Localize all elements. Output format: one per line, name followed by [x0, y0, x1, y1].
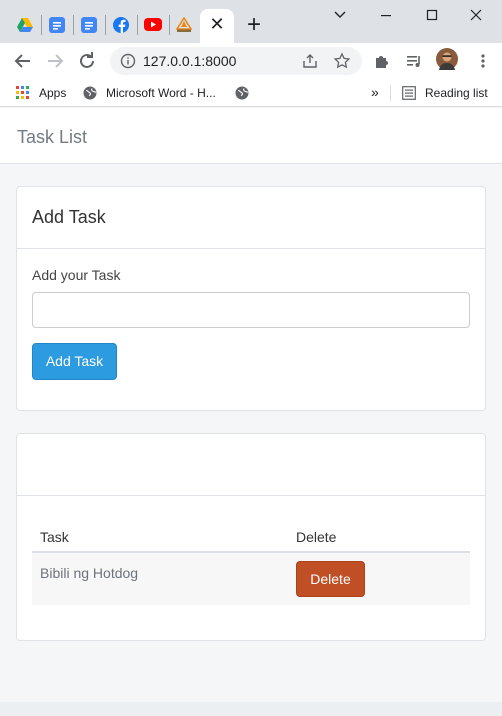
app-navbar: Task List	[0, 108, 502, 164]
site-info-icon[interactable]	[119, 52, 137, 70]
delete-task-button[interactable]: Delete	[296, 561, 365, 597]
extensions-icon[interactable]	[373, 52, 391, 70]
minimize-icon[interactable]	[372, 4, 400, 26]
table-row: Bibili ng Hotdog Delete	[32, 553, 470, 605]
browser-tab-strip: ✕ +	[0, 0, 502, 43]
task-input-label: Add your Task	[32, 267, 121, 283]
globe-icon[interactable]	[235, 86, 249, 100]
forward-icon[interactable]	[43, 49, 67, 73]
panel-title: Add Task	[32, 207, 106, 227]
address-bar[interactable]: 127.0.0.1:8000	[110, 47, 362, 75]
reload-icon[interactable]	[75, 49, 99, 73]
google-docs-icon[interactable]	[81, 17, 97, 33]
reading-list-icon[interactable]	[402, 86, 416, 100]
globe-icon[interactable]	[83, 86, 97, 100]
os-taskbar	[0, 702, 502, 716]
task-cell: Bibili ng Hotdog	[40, 565, 139, 581]
close-window-icon[interactable]	[462, 4, 490, 26]
pma-icon[interactable]	[175, 16, 193, 33]
new-tab-button[interactable]: +	[243, 12, 265, 38]
menu-icon[interactable]	[474, 52, 492, 70]
back-icon[interactable]	[11, 49, 35, 73]
browser-toolbar: 127.0.0.1:8000	[0, 43, 502, 79]
maximize-icon[interactable]	[418, 4, 446, 26]
bookmark-star-icon[interactable]	[333, 52, 351, 70]
youtube-icon[interactable]	[144, 18, 162, 31]
bookmark-apps[interactable]: Apps	[39, 86, 66, 100]
panel-heading: Add Task	[17, 187, 485, 249]
column-header-delete: Delete	[296, 529, 337, 545]
apps-grid-icon[interactable]	[16, 86, 30, 100]
google-docs-icon[interactable]	[49, 17, 65, 33]
add-task-panel: Add Task Add your Task Add Task	[16, 186, 486, 411]
bookmarks-overflow[interactable]: »	[371, 84, 379, 100]
tab-close-icon[interactable]: ✕	[208, 14, 226, 34]
bookmarks-bar: Apps Microsoft Word - H... » Reading lis…	[0, 79, 502, 107]
tab-search-icon[interactable]	[326, 4, 354, 26]
column-header-task: Task	[40, 529, 69, 545]
bookmark-microsoft-word[interactable]: Microsoft Word - H...	[106, 86, 216, 100]
address-text[interactable]: 127.0.0.1:8000	[143, 53, 236, 69]
task-list-panel: Task Delete Bibili ng Hotdog Delete	[16, 433, 486, 641]
reading-list-link[interactable]: Reading list	[425, 86, 488, 100]
panel-heading	[17, 434, 485, 496]
navbar-brand[interactable]: Task List	[17, 127, 87, 148]
media-control-icon[interactable]	[405, 52, 423, 70]
task-input[interactable]	[32, 292, 470, 328]
profile-avatar[interactable]	[436, 48, 458, 70]
facebook-icon[interactable]	[113, 17, 129, 33]
share-icon[interactable]	[301, 52, 319, 70]
add-task-button[interactable]: Add Task	[32, 343, 117, 380]
google-drive-icon[interactable]	[17, 17, 33, 33]
